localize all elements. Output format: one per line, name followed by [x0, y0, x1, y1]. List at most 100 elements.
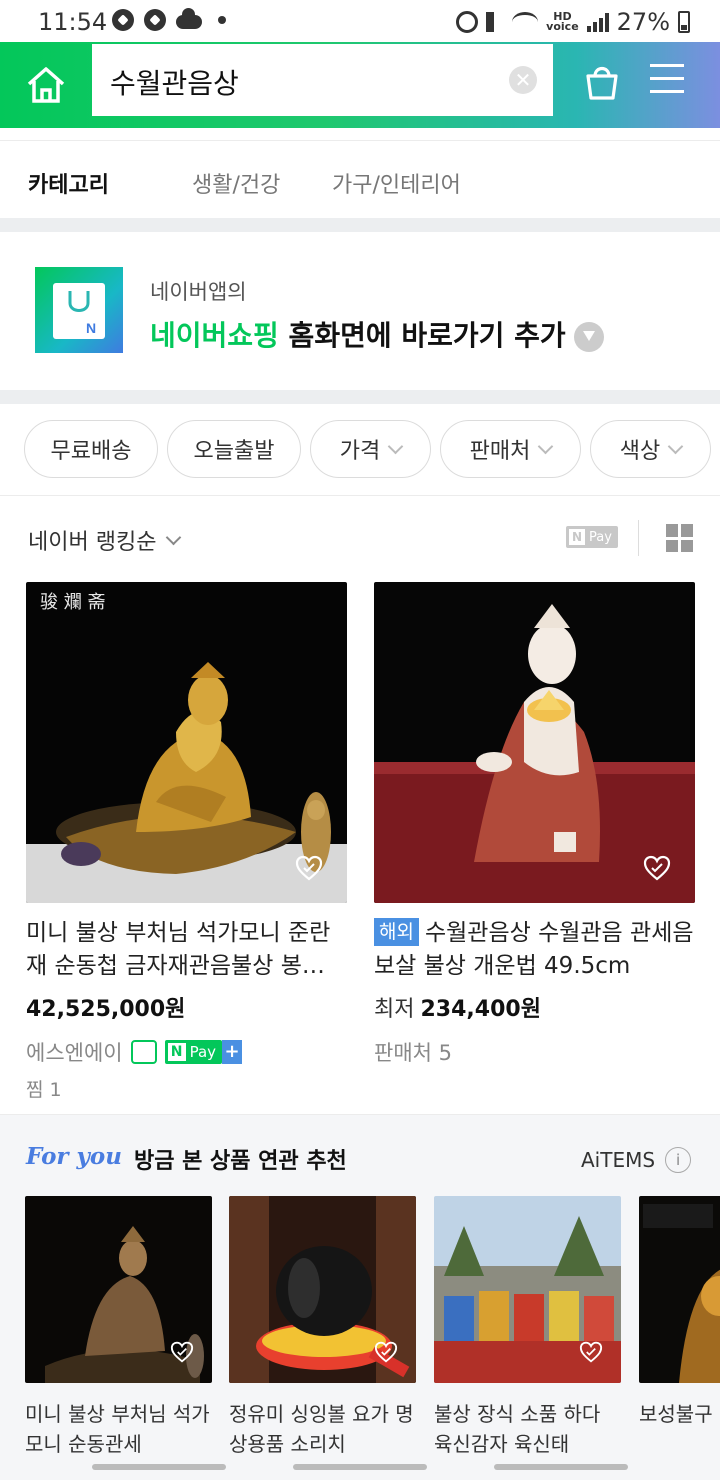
cloud-icon	[176, 8, 202, 29]
category-bar: 카테고리 생활/건강 가구/인테리어	[0, 140, 720, 218]
section-divider	[0, 390, 720, 404]
seller-name[interactable]: 에스엔에이	[26, 1037, 123, 1067]
recommended-name[interactable]: 불상 장식 소품 하다 육신감자 육신태	[434, 1399, 621, 1459]
section-divider	[0, 218, 720, 232]
add-shortcut-banner[interactable]: N 네이버앱의 네이버쇼핑 홈화면에 바로가기 추가	[0, 232, 720, 390]
product-price: 42,525,000원	[26, 997, 186, 1022]
overseas-tag: 해외	[374, 918, 419, 946]
product-name[interactable]: 해외 수월관음상 수월관음 관세음 보살 불상 개운법 49.5cm	[374, 917, 695, 983]
battery-percent: 27%	[616, 8, 670, 36]
aitems-text: AiTEMS	[581, 1148, 656, 1172]
home-icon	[27, 67, 65, 103]
search-query: 수월관음상	[110, 67, 239, 100]
info-icon[interactable]: i	[665, 1147, 692, 1173]
heart-zzim-icon[interactable]	[170, 1341, 194, 1363]
category-title: 카테고리	[28, 173, 109, 198]
banner-highlight: 네이버쇼핑	[150, 319, 279, 352]
recommended-item[interactable]: 보성불구 대만 보화	[639, 1196, 720, 1459]
product-card[interactable]: 해외 수월관음상 수월관음 관세음 보살 불상 개운법 49.5cm 최저 234,…	[374, 582, 695, 1067]
filter-label: 색상	[619, 439, 661, 464]
status-bar: 11:54 HD voice 27%	[0, 0, 720, 42]
product-card[interactable]: 骏 斕 斋 미니 불상 부처님 석가모니 준란재 순동첩 금자재관음불상 봉… …	[26, 582, 347, 1102]
search-input[interactable]: 수월관음상 ✕	[92, 44, 553, 116]
soccer-ball-icon	[144, 9, 166, 31]
shopping-basket-icon[interactable]	[578, 58, 626, 106]
soccer-ball-icon	[112, 9, 134, 31]
npay-filter-toggle[interactable]: N Pay	[566, 526, 618, 548]
aitems-label: AiTEMS i	[581, 1147, 692, 1173]
home-button[interactable]	[0, 42, 92, 128]
filter-free-shipping[interactable]: 무료배송	[24, 420, 158, 478]
battery-icon	[678, 11, 690, 33]
heart-zzim-icon[interactable]	[374, 1341, 398, 1363]
for-you-logo: For you	[26, 1143, 122, 1170]
npay-n-mark: N	[167, 1043, 186, 1061]
notification-icons	[112, 8, 226, 31]
heart-zzim-icon[interactable]	[295, 855, 323, 881]
filter-seller[interactable]: 판매처	[440, 420, 581, 478]
naver-shopping-app-icon: N	[35, 267, 123, 353]
heart-zzim-icon[interactable]	[643, 855, 671, 881]
npay-n-mark: N	[569, 529, 585, 545]
filter-label: 오늘출발	[193, 439, 275, 464]
filter-color[interactable]: 색상	[590, 420, 711, 478]
recommended-image[interactable]	[639, 1196, 720, 1383]
divider	[638, 520, 639, 556]
recommended-item[interactable]: 미니 불상 부처님 석가모니 순동관세	[25, 1196, 212, 1459]
recommended-image[interactable]	[229, 1196, 416, 1383]
heart-zzim-icon[interactable]	[579, 1341, 603, 1363]
category-item-furniture[interactable]: 가구/인테리어	[332, 167, 461, 199]
system-nav-bar	[0, 1456, 720, 1480]
npay-plus-badge: +	[222, 1040, 243, 1064]
recommended-name[interactable]: 정유미 싱잉볼 요가 명상용품 소리치	[229, 1399, 416, 1459]
recommended-item[interactable]: 불상 장식 소품 하다 육신감자 육신태	[434, 1196, 621, 1459]
filter-price[interactable]: 가격	[310, 420, 431, 478]
voice-label: voice	[546, 20, 579, 33]
recommended-name[interactable]: 미니 불상 부처님 석가모니 순동관세	[25, 1399, 212, 1459]
wifi-icon	[512, 12, 539, 32]
chevron-down-icon	[387, 438, 404, 454]
filter-today-dispatch[interactable]: 오늘출발	[167, 420, 301, 478]
product-image[interactable]: 骏 斕 斋	[26, 582, 347, 903]
alarm-icon	[456, 11, 479, 33]
product-name-text: 수월관음상 수월관음 관세음 보살 불상 개운법 49.5cm	[374, 920, 694, 979]
product-name[interactable]: 미니 불상 부처님 석가모니 준란재 순동첩 금자재관음불상 봉…	[26, 917, 347, 983]
npay-filter-label: Pay	[589, 529, 612, 545]
sort-dropdown[interactable]: 네이버 랭킹순	[28, 524, 182, 556]
product-seller-row: 판매처 5	[374, 1037, 695, 1067]
filter-bar: 무료배송 오늘출발 가격 판매처 색상	[0, 404, 720, 496]
filter-label: 판매처	[469, 439, 531, 464]
price-value: 234,400원	[420, 997, 541, 1022]
for-you-title: 방금 본 상품 연관 추천	[134, 1149, 347, 1174]
system-icons: HD voice 27%	[456, 8, 690, 36]
download-icon[interactable]	[573, 322, 604, 352]
recommended-name[interactable]: 보성불구 대만 보화	[639, 1399, 720, 1459]
filter-label: 무료배송	[50, 439, 132, 464]
banner-main-text: 홈화면에 바로가기 추가	[278, 319, 566, 352]
clear-search-button[interactable]: ✕	[509, 66, 537, 94]
chevron-down-icon	[538, 438, 554, 454]
product-logo-text: 骏 斕 斋	[40, 592, 105, 613]
grid-view-icon[interactable]	[666, 524, 694, 552]
price-prefix: 최저	[374, 997, 415, 1022]
search-header: 수월관음상 ✕	[0, 42, 720, 128]
recommended-image[interactable]	[434, 1196, 621, 1383]
talk-talk-icon[interactable]	[130, 1040, 157, 1064]
chevron-down-icon	[166, 529, 182, 545]
svg-text:N: N	[86, 320, 96, 336]
chevron-down-icon	[667, 438, 684, 454]
category-item-living-health[interactable]: 생활/건강	[192, 167, 280, 199]
seller-count[interactable]: 판매처 5	[374, 1037, 452, 1067]
nav-gesture-pill[interactable]	[494, 1464, 628, 1470]
zzim-count: 찜 1	[26, 1079, 62, 1101]
filter-label: 가격	[339, 439, 381, 464]
product-image[interactable]	[374, 582, 695, 903]
recommended-item[interactable]: 정유미 싱잉볼 요가 명상용품 소리치	[229, 1196, 416, 1459]
nav-gesture-pill[interactable]	[293, 1464, 427, 1470]
product-seller-row: 에스엔에이 N Pay +	[26, 1037, 347, 1067]
nav-gesture-pill[interactable]	[92, 1464, 226, 1470]
menu-button[interactable]	[650, 64, 694, 100]
notification-dot-icon	[218, 16, 226, 24]
signal-icon	[586, 12, 609, 32]
recommended-image[interactable]	[25, 1196, 212, 1383]
